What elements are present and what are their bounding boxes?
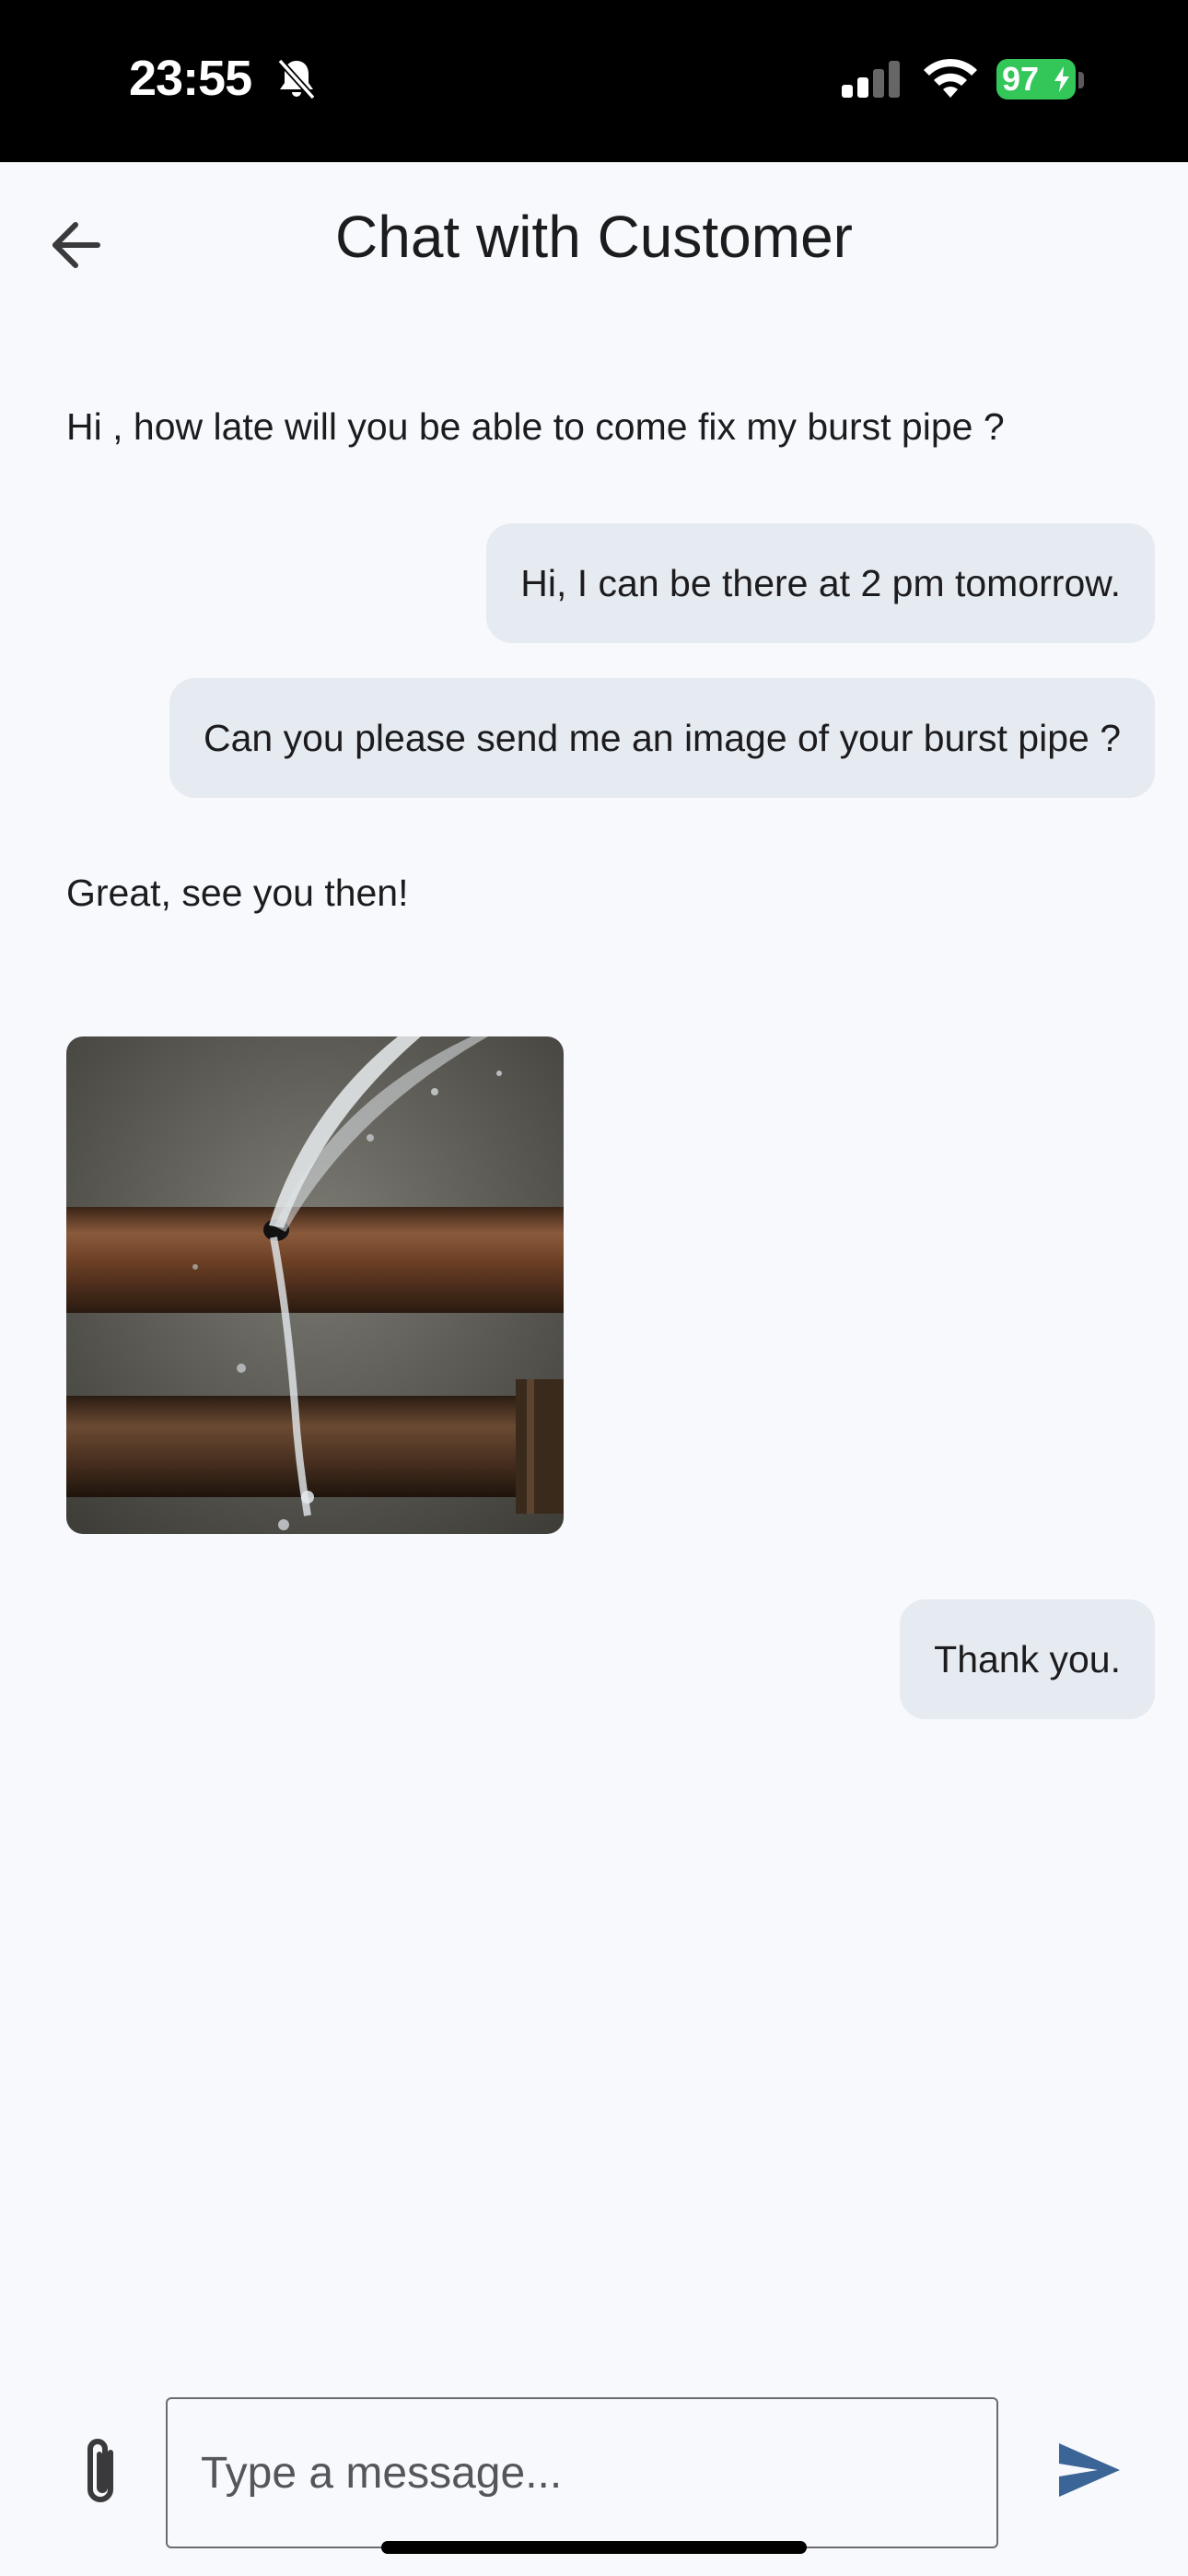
battery-icon: 97 xyxy=(996,59,1076,100)
message-input[interactable] xyxy=(166,2397,998,2548)
outgoing-message-bubble: Can you please send me an image of your … xyxy=(169,678,1155,798)
send-button[interactable] xyxy=(1055,2436,1124,2504)
attach-button[interactable] xyxy=(74,2434,131,2512)
signal-icon xyxy=(840,61,904,102)
burst-pipe-image[interactable] xyxy=(66,1036,564,1534)
send-icon xyxy=(1059,2443,1120,2497)
app-bar: Chat with Customer xyxy=(0,162,1188,319)
outgoing-message-bubble: Thank you. xyxy=(900,1599,1155,1719)
bell-slash-icon xyxy=(276,57,317,106)
incoming-message: Hi , how late will you be able to come f… xyxy=(66,405,1005,448)
incoming-message: Great, see you then! xyxy=(66,872,409,914)
status-time: 23:55 xyxy=(129,51,252,106)
battery-level: 97 xyxy=(1002,60,1040,98)
outgoing-message-bubble: Hi, I can be there at 2 pm tomorrow. xyxy=(486,523,1155,643)
home-indicator xyxy=(381,2541,807,2554)
paperclip-icon xyxy=(87,2439,113,2502)
page-title: Chat with Customer xyxy=(335,204,853,270)
wifi-icon xyxy=(921,57,980,104)
battery-tip xyxy=(1078,72,1084,88)
status-bar: 23:55 97 xyxy=(0,0,1188,162)
